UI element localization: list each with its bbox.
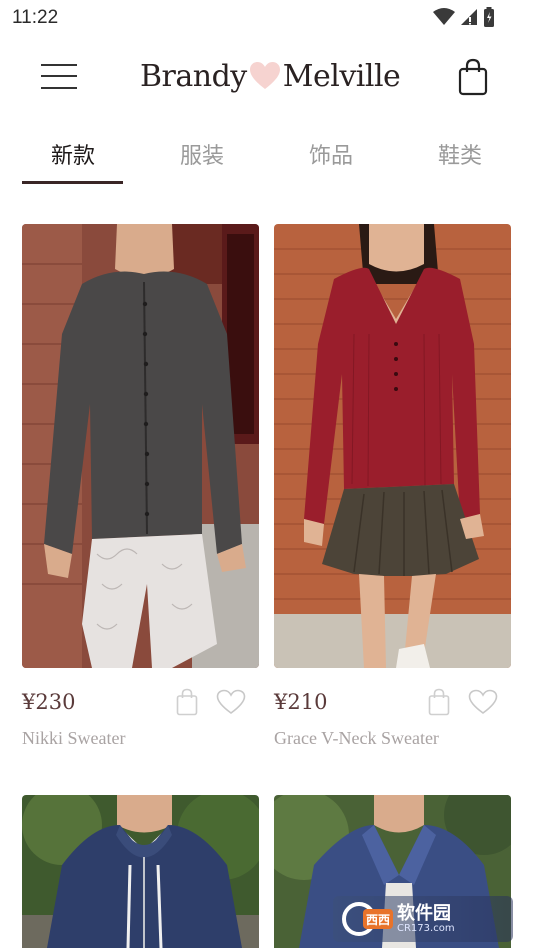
status-bar: 11:22 [0,0,533,36]
product-name: Nikki Sweater [22,728,126,748]
heart-logo-icon [249,62,280,89]
battery-icon [484,7,494,27]
watermark-logo-text: 西西 [366,913,390,927]
brand-name-left: Brandy [140,58,247,94]
cart-button[interactable] [457,58,489,96]
product-image[interactable] [22,224,259,668]
product-name: Grace V-Neck Sweater [274,728,439,748]
cr173-logo-icon: 西西 [342,902,393,936]
menu-button[interactable] [40,62,78,92]
favorite-icon[interactable] [468,689,498,715]
watermark-title: 软件园 [397,902,451,924]
watermark-subtitle: CR173.com [397,922,455,934]
category-tabs: 新款 服装 饰品 鞋类 [0,130,533,186]
tab-clothing[interactable]: 服装 [151,138,253,170]
app-header: Brandy Melville [0,40,533,112]
status-icons [433,7,495,27]
wifi-icon [433,8,455,25]
active-tab-indicator [22,181,123,184]
tab-new[interactable]: 新款 [22,138,124,170]
signal-icon [461,9,477,25]
menu-icon [41,64,77,89]
brand-logo[interactable]: Brandy Melville [140,54,401,98]
product-image[interactable] [274,224,511,668]
add-to-bag-icon[interactable] [176,688,198,716]
favorite-icon[interactable] [216,689,246,715]
product-price: ¥230 [22,690,76,714]
status-time: 11:22 [12,7,59,28]
product-price: ¥210 [274,690,328,714]
shopping-bag-icon [458,58,488,96]
product-image[interactable] [22,795,259,948]
tab-shoes[interactable]: 鞋类 [409,138,511,170]
brand-name-right: Melville [282,58,401,94]
watermark: 西西 软件园 CR173.com [333,896,513,942]
tab-accessories[interactable]: 饰品 [280,138,382,170]
add-to-bag-icon[interactable] [428,688,450,716]
